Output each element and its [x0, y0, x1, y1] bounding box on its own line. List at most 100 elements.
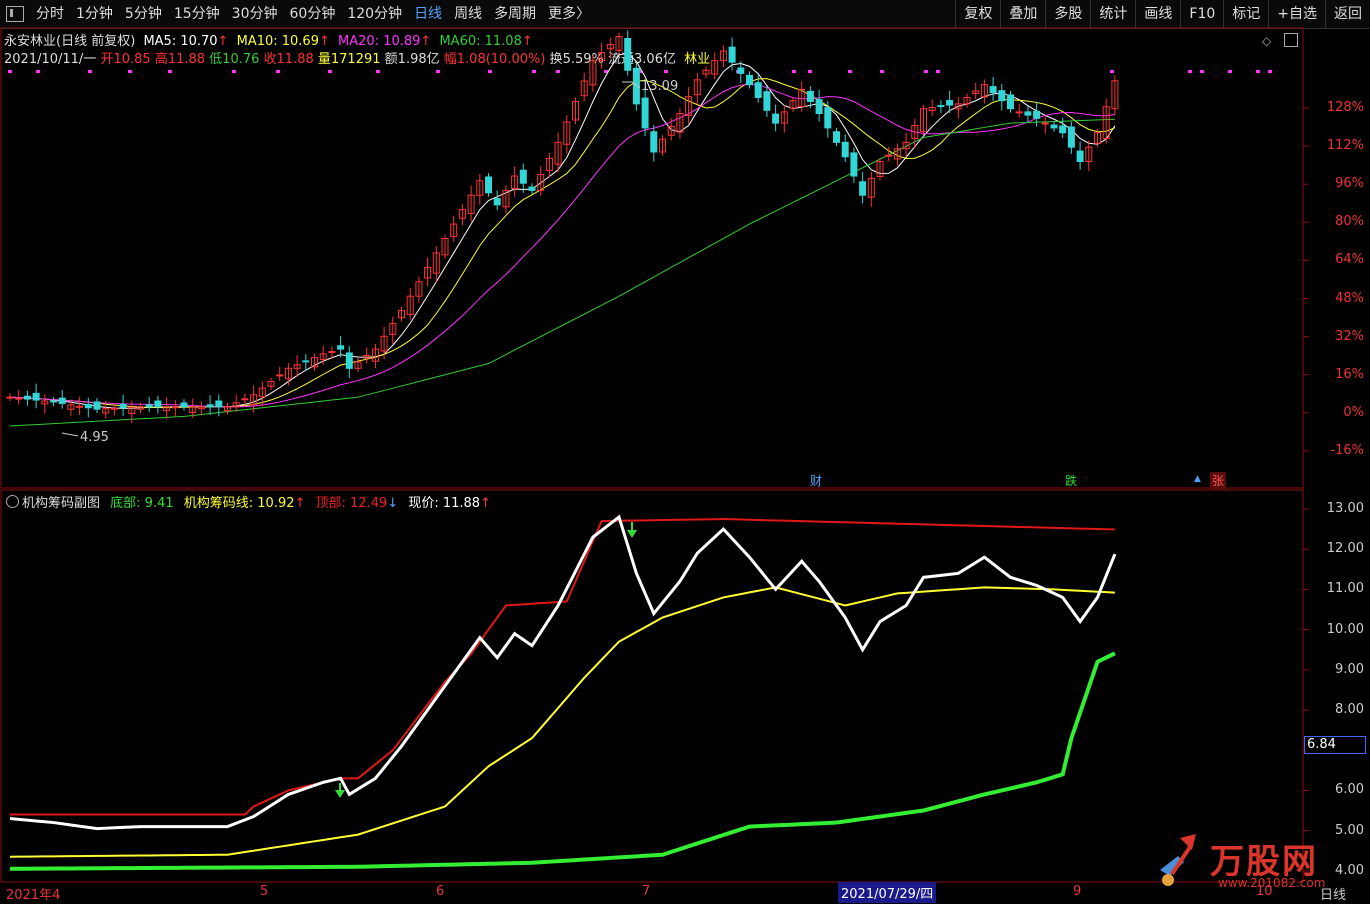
sub-panel-frame	[0, 489, 1304, 883]
sub-axis-label: 8.00	[1335, 702, 1364, 717]
candle-body	[241, 398, 249, 401]
sub-axis-label: 10.00	[1326, 621, 1364, 637]
main-axis-label: 80%	[1335, 214, 1364, 230]
candle-body	[1007, 94, 1014, 110]
price-crosshair-box: 6.84	[1304, 736, 1366, 754]
candle-body	[624, 37, 632, 71]
candle-body	[850, 152, 858, 177]
signal-dot	[488, 70, 492, 73]
candle-body	[145, 404, 153, 408]
main-axis-label: 16%	[1335, 366, 1364, 382]
candle-body	[328, 350, 336, 353]
candle-body	[15, 397, 23, 400]
signal-dot	[848, 70, 852, 73]
signal-dot	[936, 70, 940, 73]
signal-dot	[1188, 70, 1192, 73]
sub-axis-label: 12.00	[1326, 541, 1364, 557]
candle-body	[110, 407, 118, 410]
candle-body	[337, 345, 345, 350]
candle-body	[815, 99, 823, 114]
main-axis-label: 32%	[1335, 328, 1364, 344]
signal-dot	[664, 70, 668, 73]
candle-body	[519, 169, 527, 184]
signal-dot	[328, 70, 332, 73]
candle-body	[215, 400, 223, 408]
main-axis-label: 0%	[1343, 404, 1364, 420]
main-axis-label: 64%	[1335, 252, 1364, 268]
candle-body	[650, 131, 658, 153]
bottom-line	[9, 651, 1116, 871]
main-panel-frame	[0, 27, 1304, 489]
signal-dot	[808, 70, 812, 73]
candle-body	[32, 392, 40, 401]
candle-body	[1041, 122, 1049, 125]
event-cai[interactable]: 财	[808, 472, 824, 489]
chip-lines	[9, 514, 1117, 871]
date-label-jun: 6	[436, 884, 445, 899]
signal-dot	[36, 70, 40, 73]
sub-chart-title[interactable]: 机构筹码副图	[22, 496, 100, 511]
candle-body	[276, 374, 284, 377]
candle-body	[93, 401, 101, 410]
candle-body	[84, 403, 92, 409]
signal-dot	[1256, 70, 1260, 73]
signal-dot	[880, 70, 884, 73]
candle-body	[154, 400, 162, 408]
rocket-logo-icon	[1160, 834, 1196, 886]
signal-dot	[128, 70, 132, 73]
candle-body	[23, 395, 31, 400]
candle-body	[50, 400, 57, 403]
candle-body	[1067, 126, 1075, 148]
candle-body	[493, 198, 501, 206]
sub-axis-label: 11.00	[1326, 581, 1364, 597]
main-axis-label: 96%	[1335, 176, 1364, 192]
candle-body	[528, 186, 536, 191]
candle-body	[824, 107, 832, 129]
signal-dot	[8, 70, 12, 73]
candle-body	[998, 90, 1006, 102]
event-up-icon[interactable]: ▲	[1192, 474, 1203, 484]
candle-body	[1015, 111, 1023, 114]
main-axis-label: -16%	[1330, 442, 1364, 458]
top-arrow: ↓	[387, 496, 399, 511]
signal-dot	[1200, 70, 1204, 73]
candle-body	[171, 406, 179, 409]
candle-body	[737, 67, 745, 74]
candle-body	[1024, 111, 1032, 116]
top-line	[10, 518, 1115, 816]
candle-body	[885, 154, 893, 157]
low-marker	[61, 432, 79, 437]
candle-body	[806, 90, 814, 102]
signal-dot	[88, 70, 92, 73]
bottom-value: 底部: 9.41	[110, 496, 174, 511]
kline-chart[interactable]	[0, 0, 1370, 904]
signal-dot	[436, 70, 440, 73]
event-die[interactable]: 跌	[1063, 472, 1079, 489]
signal-dot	[532, 70, 536, 73]
candle-body	[772, 113, 780, 124]
candle-body	[728, 46, 736, 63]
sub-chart-icon[interactable]	[6, 495, 19, 508]
signal-dot	[1268, 70, 1272, 73]
event-zhang[interactable]: 张	[1210, 472, 1227, 489]
candle-body	[1059, 125, 1067, 134]
candle-body	[946, 100, 954, 106]
date-label-apr: 2021年4	[6, 888, 61, 903]
candle-body	[632, 67, 640, 105]
event-dots	[8, 70, 1272, 73]
candle-body	[180, 402, 188, 408]
signal-dot	[792, 70, 796, 73]
chip-line-value: 机构筹码线: 10.92	[183, 496, 295, 511]
signal-dot	[556, 70, 560, 73]
candle-body	[206, 404, 214, 408]
ma60-line	[9, 118, 1115, 427]
chip-line-arrow: ↑	[294, 496, 306, 511]
date-label-may: 5	[260, 884, 269, 899]
sub-chart-title-line: 机构筹码副图 底部: 9.41 机构筹码线: 10.92↑ 顶部: 12.49↓…	[22, 492, 497, 511]
candle-body	[76, 405, 84, 408]
top-value: 顶部: 12.49	[315, 496, 388, 511]
watermark-logo: 万股网 www.201082.com	[1150, 830, 1360, 896]
candle-body	[345, 352, 353, 369]
candle-body	[6, 396, 14, 399]
candle-body	[485, 176, 492, 194]
